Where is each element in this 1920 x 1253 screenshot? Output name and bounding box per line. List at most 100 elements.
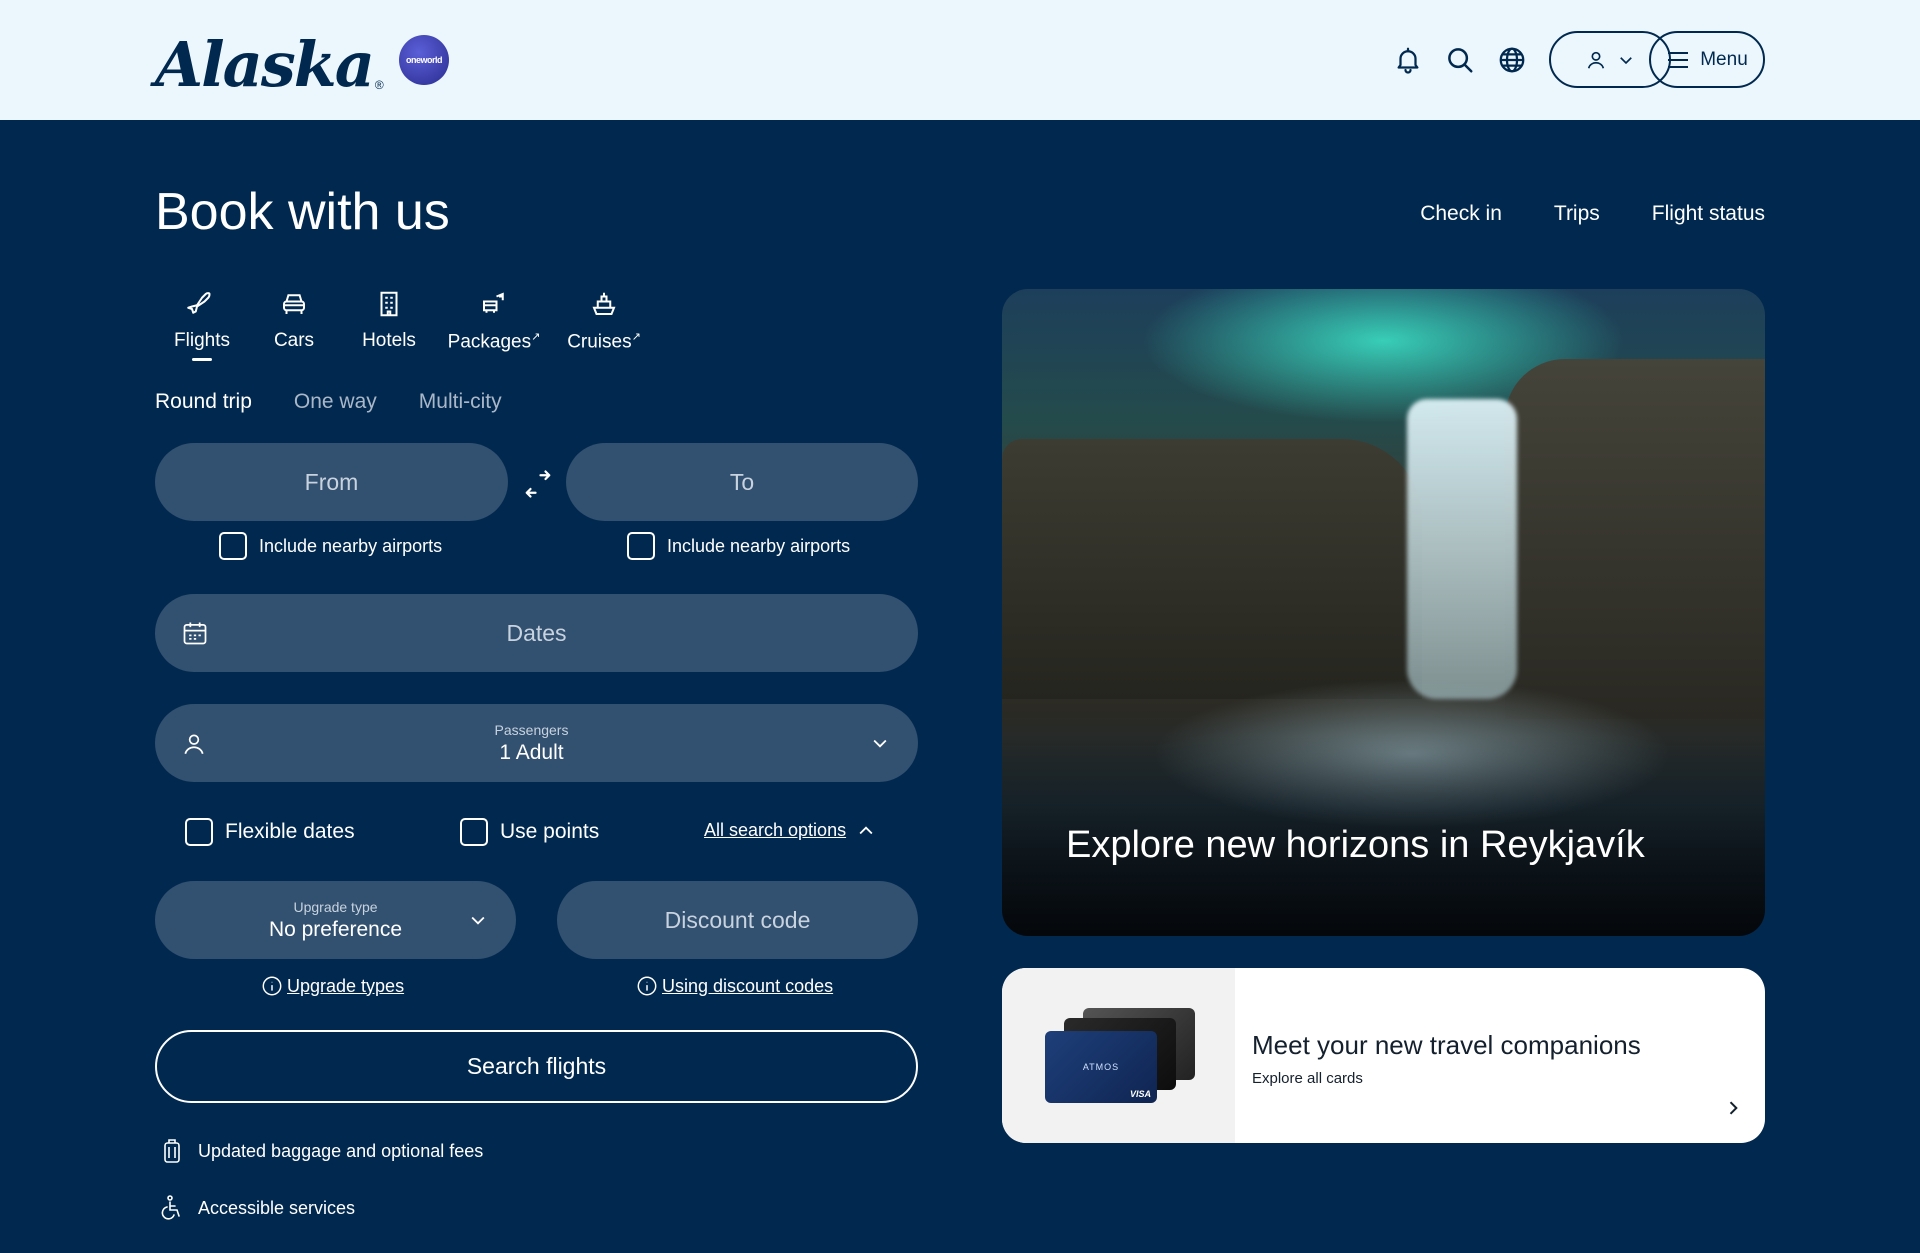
card-brand: VISA	[1129, 1089, 1151, 1099]
use-points[interactable]: Use points	[460, 818, 599, 846]
card-front: ATMOS VISA	[1045, 1031, 1157, 1103]
promo-subtitle: Explore all cards	[1252, 1070, 1363, 1087]
page-title: Book with us	[155, 183, 450, 241]
discount-code-placeholder: Discount code	[664, 906, 811, 933]
use-points-label: Use points	[500, 820, 600, 843]
tab-cars[interactable]: Cars	[264, 288, 324, 361]
tab-hotels[interactable]: Hotels	[356, 288, 422, 361]
alaska-logo[interactable]: Alaska ®	[155, 28, 384, 101]
flexible-dates-checkbox[interactable]	[185, 818, 213, 846]
trips-link[interactable]: Trips	[1554, 202, 1600, 226]
baggage-fees-link-text: Updated baggage and optional fees	[198, 1140, 484, 1161]
discount-codes-link[interactable]: Using discount codes	[636, 975, 833, 997]
nearby-airports-from-label: Include nearby airports	[259, 535, 443, 556]
hero-image-waterfall	[1407, 399, 1517, 699]
passengers-value: 1 Adult	[499, 740, 564, 764]
dates-field[interactable]: Dates	[155, 594, 918, 672]
active-tab-indicator	[192, 358, 212, 361]
tab-packages[interactable]: Packages↗	[446, 288, 542, 361]
booking-category-tabs: Flights Cars Hotels Packages↗ Cruises↗	[172, 288, 666, 361]
passengers-label: Passengers	[494, 721, 569, 738]
flexible-dates-label: Flexible dates	[225, 820, 355, 843]
oneworld-badge: oneworld	[399, 35, 449, 85]
logo-text: Alaska	[155, 28, 375, 101]
credit-cards-image: ATMOS VISA	[1002, 968, 1235, 1143]
building-icon	[380, 291, 398, 317]
dates-placeholder: Dates	[506, 619, 567, 646]
chevron-down-icon	[873, 739, 887, 748]
trip-type-selector: Round trip One way Multi-city	[155, 390, 502, 414]
tab-label-packages: Packages↗	[447, 331, 541, 353]
upgrade-type-select[interactable]: Upgrade type No preference	[155, 881, 516, 959]
site-header: Alaska ® oneworld Menu	[0, 0, 1920, 120]
globe-icon[interactable]	[1497, 45, 1527, 75]
chevron-right-icon	[1729, 1101, 1738, 1115]
external-link-icon: ↗	[631, 331, 641, 343]
car-icon	[283, 294, 305, 314]
promo-title: Meet your new travel companions	[1252, 1030, 1641, 1060]
tab-flights[interactable]: Flights	[172, 288, 232, 361]
credit-card-promo[interactable]: ATMOS VISA Meet your new travel companio…	[1002, 968, 1765, 1143]
hamburger-icon	[1668, 51, 1689, 68]
swap-icon[interactable]	[523, 469, 553, 499]
check-in-link[interactable]: Check in	[1420, 202, 1502, 226]
passengers-select[interactable]: Passengers 1 Adult	[155, 704, 918, 782]
nearby-airports-to-label: Include nearby airports	[667, 535, 851, 556]
card-front-text: ATMOS	[1082, 1062, 1120, 1072]
one-way-option[interactable]: One way	[294, 390, 377, 414]
user-icon	[1587, 51, 1605, 69]
plane-icon	[187, 292, 211, 314]
info-icon	[262, 976, 282, 996]
upgrade-types-link[interactable]: Upgrade types	[261, 975, 404, 997]
nearby-airports-from-checkbox[interactable]	[219, 532, 247, 560]
tab-label-cars: Cars	[273, 330, 315, 351]
hero-caption: Explore new horizons in Reykjavík	[1066, 824, 1645, 866]
round-trip-option[interactable]: Round trip	[155, 390, 252, 414]
menu-label: Menu	[1700, 48, 1748, 70]
upgrade-type-value: No preference	[268, 917, 403, 941]
nearby-airports-from[interactable]: Include nearby airports	[219, 532, 442, 560]
upgrade-types-link-text: Upgrade types	[287, 975, 405, 996]
info-icon	[637, 976, 657, 996]
all-search-options-toggle[interactable]: All search options	[704, 820, 876, 841]
tab-label-cruises: Cruises↗	[567, 331, 641, 353]
tab-label-flights: Flights	[174, 330, 230, 351]
baggage-fees-link[interactable]: Updated baggage and optional fees	[160, 1137, 483, 1165]
nearby-airports-to-checkbox[interactable]	[627, 532, 655, 560]
chevron-down-icon	[471, 916, 485, 925]
discount-codes-link-text: Using discount codes	[662, 975, 834, 996]
hero-image-rocks-left	[1002, 439, 1422, 699]
tab-cruises[interactable]: Cruises↗	[562, 288, 646, 361]
person-icon	[184, 734, 204, 755]
luggage-icon	[164, 1139, 180, 1163]
nearby-airports-to[interactable]: Include nearby airports	[627, 532, 850, 560]
tab-label-hotels: Hotels	[362, 330, 416, 351]
hero-banner[interactable]: Explore new horizons in Reykjavík	[1002, 289, 1765, 936]
logo-registered-mark: ®	[374, 77, 384, 92]
hero-image-rocks-right	[1505, 359, 1765, 719]
use-points-checkbox[interactable]	[460, 818, 488, 846]
accessible-services-link[interactable]: Accessible services	[160, 1194, 355, 1222]
to-placeholder: To	[729, 468, 755, 495]
search-flights-button[interactable]: Search flights	[155, 1030, 918, 1103]
ship-icon	[592, 292, 616, 315]
package-icon	[483, 292, 504, 313]
multi-city-option[interactable]: Multi-city	[419, 390, 502, 414]
bell-icon[interactable]	[1393, 45, 1423, 75]
external-link-icon: ↗	[531, 331, 541, 343]
all-search-options-label: All search options	[704, 820, 847, 840]
quick-links: Check in Trips Flight status	[1420, 202, 1765, 226]
chevron-up-icon	[859, 825, 873, 834]
to-field[interactable]: To	[566, 443, 918, 521]
flexible-dates[interactable]: Flexible dates	[185, 818, 355, 846]
from-placeholder: From	[304, 468, 359, 495]
menu-button[interactable]: Menu	[1649, 31, 1765, 88]
from-field[interactable]: From	[155, 443, 508, 521]
calendar-icon	[183, 622, 207, 645]
upgrade-type-label: Upgrade type	[293, 898, 378, 915]
accessibility-icon	[161, 1195, 180, 1220]
oneworld-badge-text: oneworld	[406, 55, 443, 65]
flight-status-link[interactable]: Flight status	[1652, 202, 1765, 226]
discount-code-field[interactable]: Discount code	[557, 881, 918, 959]
search-icon[interactable]	[1445, 45, 1475, 75]
